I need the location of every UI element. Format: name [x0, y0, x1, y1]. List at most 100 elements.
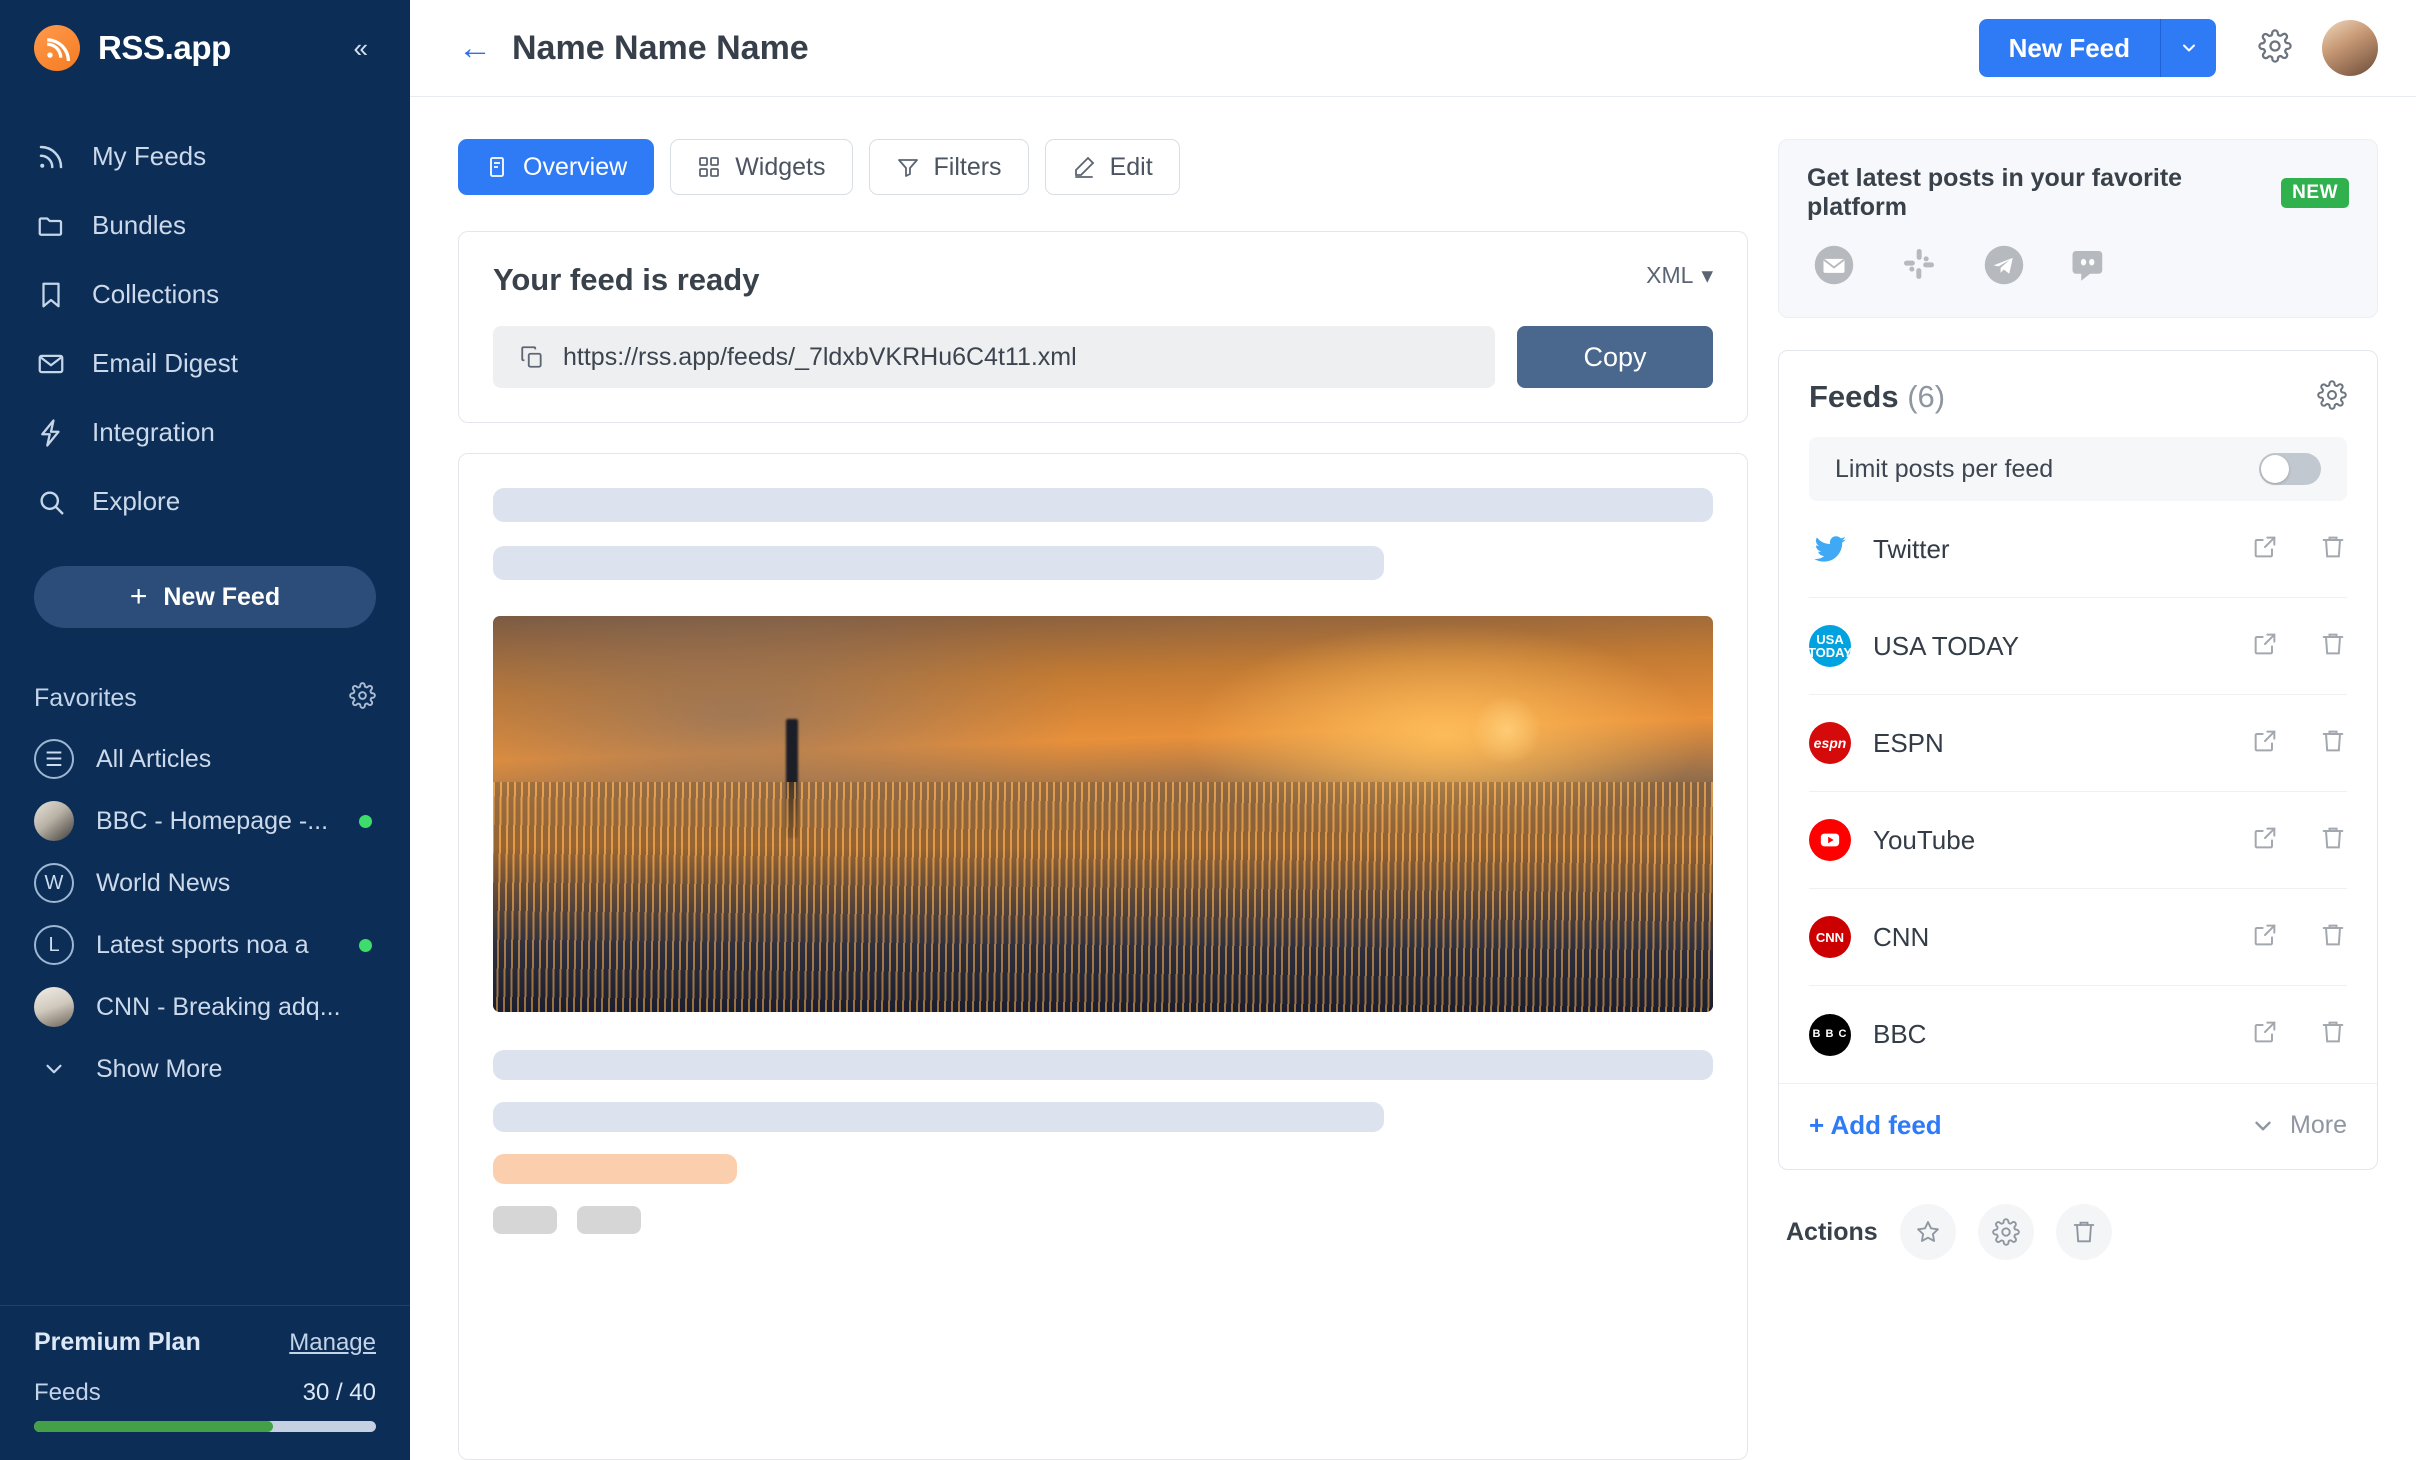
arrow-left-icon[interactable]: ←	[458, 31, 492, 65]
pencil-icon	[1074, 156, 1094, 178]
delete-icon[interactable]	[2319, 1018, 2347, 1051]
platform-title: Get latest posts in your favorite platfo…	[1807, 164, 2183, 221]
tab-widgets[interactable]: Widgets	[670, 139, 853, 195]
delete-icon[interactable]	[2319, 630, 2347, 663]
feed-name: Twitter	[1873, 533, 1950, 564]
skeleton-chips	[493, 1206, 1713, 1234]
favorites-title: Favorites	[34, 683, 137, 712]
limit-posts-toggle[interactable]	[2259, 453, 2321, 485]
gear-icon[interactable]	[1977, 1204, 2034, 1260]
bolt-icon	[34, 416, 68, 450]
format-selector[interactable]: XML ▾	[1646, 262, 1713, 289]
feed-url-field[interactable]: https://rss.app/feeds/_7ldxbVKRHu6C4t11.…	[493, 326, 1495, 388]
plan-name: Premium Plan	[34, 1328, 201, 1356]
tab-filters[interactable]: Filters	[868, 139, 1029, 195]
tab-edit[interactable]: Edit	[1044, 139, 1180, 195]
manage-plan-link[interactable]: Manage	[289, 1329, 376, 1357]
favorite-item-latest-sports[interactable]: L Latest sports noa a	[0, 914, 410, 976]
skeleton-chip	[493, 1206, 557, 1234]
sidebar-item-label: Bundles	[92, 210, 186, 240]
feed-row-youtube[interactable]: YouTube	[1809, 792, 2347, 889]
feed-name: YouTube	[1873, 824, 1976, 855]
copy-button[interactable]: Copy	[1517, 326, 1713, 388]
plan-progress-bar	[34, 1421, 376, 1432]
plan-progress-fill	[34, 1421, 274, 1432]
feed-row-espn[interactable]: espn ESPN	[1809, 695, 2347, 792]
cnn-icon: CNN	[1809, 916, 1851, 958]
youtube-icon	[1809, 819, 1851, 861]
skeleton-chip	[577, 1206, 641, 1234]
feed-row-cnn[interactable]: CNN CNN	[1809, 889, 2347, 986]
new-feed-button[interactable]: New Feed	[1978, 19, 2160, 77]
show-more-button[interactable]: Show More	[0, 1038, 410, 1100]
avatar	[34, 801, 74, 841]
more-button[interactable]: More	[2250, 1111, 2347, 1140]
avatar: L	[34, 925, 74, 965]
slack-icon[interactable]	[1899, 244, 1939, 291]
discord-icon[interactable]	[2069, 244, 2111, 291]
rss-icon	[34, 140, 68, 174]
open-external-icon[interactable]	[2251, 533, 2279, 566]
star-icon[interactable]	[1899, 1204, 1956, 1260]
plan-header: Premium Plan Manage	[34, 1328, 376, 1357]
sidebar-new-feed-button[interactable]: + New Feed	[34, 566, 376, 628]
delete-icon[interactable]	[2319, 921, 2347, 954]
add-feed-button[interactable]: + Add feed	[1809, 1110, 1942, 1141]
sidebar-top: RSS.app «	[0, 0, 410, 96]
tab-overview[interactable]: Overview	[458, 139, 655, 195]
favorite-item-label: All Articles	[96, 744, 212, 773]
image-bokeh	[1472, 695, 1543, 766]
gear-icon[interactable]	[349, 682, 376, 714]
feed-row-usa-today[interactable]: USA TODAY USA TODAY	[1809, 598, 2347, 695]
sidebar-item-label: My Feeds	[92, 141, 207, 171]
delete-icon[interactable]	[2319, 727, 2347, 760]
favorite-item-all-articles[interactable]: ☰ All Articles	[0, 728, 410, 790]
user-avatar[interactable]	[2322, 20, 2378, 76]
feed-name: CNN	[1873, 921, 1930, 952]
page-title: Name Name Name	[512, 28, 809, 67]
sidebar: RSS.app « My Feeds Bundles Collections E…	[0, 0, 410, 1460]
sidebar-item-my-feeds[interactable]: My Feeds	[0, 122, 410, 191]
email-icon[interactable]	[1813, 244, 1855, 291]
envelope-icon	[34, 347, 68, 381]
gear-icon[interactable]	[2258, 28, 2292, 68]
tab-bar: Overview Widgets Filters Edit	[458, 139, 1748, 195]
open-external-icon[interactable]	[2251, 630, 2279, 663]
sidebar-item-bundles[interactable]: Bundles	[0, 191, 410, 260]
skeleton-line	[493, 546, 1384, 580]
chevrons-left-icon[interactable]: «	[346, 31, 376, 65]
feed-row-twitter[interactable]: Twitter	[1809, 501, 2347, 598]
open-external-icon[interactable]	[2251, 921, 2279, 954]
plan-panel: Premium Plan Manage Feeds 30 / 40	[0, 1305, 410, 1460]
trash-icon[interactable]	[2055, 1204, 2112, 1260]
show-more-label: Show More	[96, 1054, 223, 1083]
brand-row: RSS.app «	[34, 0, 376, 96]
delete-icon[interactable]	[2319, 824, 2347, 857]
favorite-item-cnn-breaking[interactable]: CNN - Breaking adq...	[0, 976, 410, 1038]
open-external-icon[interactable]	[2251, 1018, 2279, 1051]
bookmark-icon	[34, 278, 68, 312]
feed-list: Twitter USA TODAY USA TODAY espn ESPN Yo…	[1779, 501, 2377, 1083]
bbc-mark: B B C	[1812, 1028, 1848, 1040]
favorite-item-bbc-homepage[interactable]: BBC - Homepage -...	[0, 790, 410, 852]
favorite-item-world-news[interactable]: W World News	[0, 852, 410, 914]
espn-icon: espn	[1809, 722, 1851, 764]
tab-label: Filters	[933, 152, 1002, 181]
feeds-panel-footer: + Add feed More	[1779, 1083, 2377, 1169]
plan-usage: Feeds 30 / 40	[34, 1379, 376, 1407]
open-external-icon[interactable]	[2251, 824, 2279, 857]
sidebar-item-collections[interactable]: Collections	[0, 260, 410, 329]
feed-row-bbc[interactable]: B B C BBC	[1809, 986, 2347, 1083]
skeleton-highlight	[493, 1154, 737, 1184]
sidebar-item-email-digest[interactable]: Email Digest	[0, 329, 410, 398]
chevron-down-icon[interactable]	[2160, 19, 2216, 77]
telegram-icon[interactable]	[1983, 244, 2025, 291]
content-area: Overview Widgets Filters Edit Your feed …	[410, 97, 2416, 1460]
open-external-icon[interactable]	[2251, 727, 2279, 760]
delete-icon[interactable]	[2319, 533, 2347, 566]
sidebar-item-integration[interactable]: Integration	[0, 398, 410, 467]
tab-label: Overview	[523, 152, 628, 181]
usatoday-icon: USA TODAY	[1809, 625, 1851, 667]
sidebar-item-explore[interactable]: Explore	[0, 467, 410, 536]
gear-icon[interactable]	[2317, 379, 2347, 415]
